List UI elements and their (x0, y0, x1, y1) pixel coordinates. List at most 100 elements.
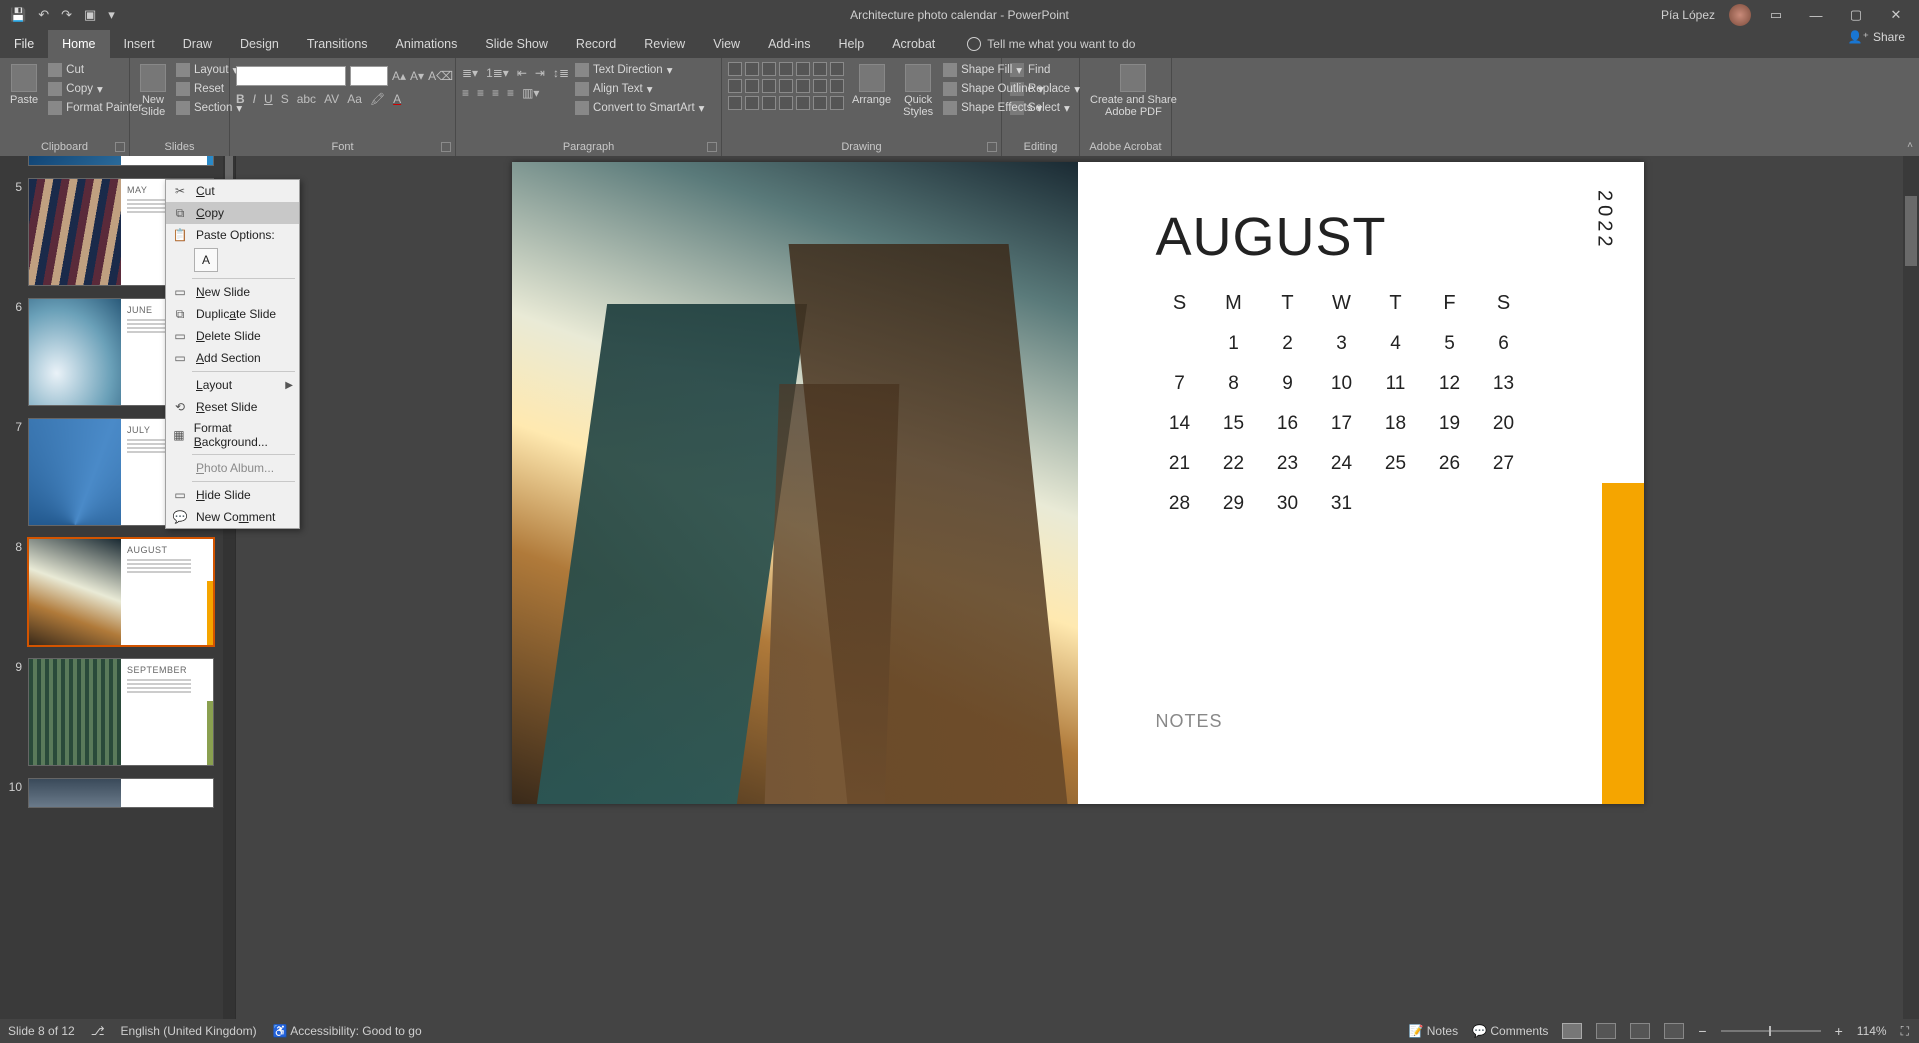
increase-font-icon[interactable]: A▴ (392, 69, 406, 83)
slide-thumb-8[interactable]: 8 AUGUST (8, 538, 219, 646)
paragraph-dialog-launcher-icon[interactable] (707, 142, 717, 152)
minimize-icon[interactable]: — (1801, 3, 1831, 27)
fit-to-window-button[interactable]: ⛶ (1901, 1024, 1909, 1039)
cut-button[interactable]: Cut (46, 62, 144, 78)
slideshow-view-button[interactable] (1664, 1023, 1684, 1039)
tab-addins[interactable]: Add-ins (754, 30, 824, 58)
ctx-delete-slide[interactable]: ▭Delete Slide (166, 325, 299, 347)
ribbon-display-icon[interactable]: ▭ (1761, 3, 1791, 27)
decrease-indent-button[interactable]: ⇤ (517, 66, 527, 80)
smartart-button[interactable]: Convert to SmartArt ▾ (573, 100, 706, 116)
spell-check-icon[interactable]: ⎇ (91, 1024, 105, 1038)
align-center-button[interactable]: ≡ (477, 86, 484, 100)
paste-button[interactable]: Paste (6, 62, 42, 108)
decrease-font-icon[interactable]: A▾ (410, 69, 424, 83)
comments-button[interactable]: 💬 Comments (1472, 1024, 1548, 1038)
redo-icon[interactable]: ↷ (61, 7, 72, 23)
user-avatar[interactable] (1729, 4, 1751, 26)
notes-button[interactable]: 📝 Notes (1408, 1024, 1458, 1038)
tab-record[interactable]: Record (562, 30, 630, 58)
line-spacing-button[interactable]: ↕≣ (553, 66, 569, 80)
copy-button[interactable]: Copy ▾ (46, 81, 144, 97)
ctx-reset-slide[interactable]: ⟲Reset Slide (166, 396, 299, 418)
slide-canvas[interactable]: 2022 AUGUST SMTWTFS123456789101112131415… (512, 162, 1644, 804)
ctx-copy[interactable]: ⧉Copy (166, 202, 299, 224)
ctx-new-comment[interactable]: 💬New Comment (166, 506, 299, 528)
tab-view[interactable]: View (699, 30, 754, 58)
ctx-add-section[interactable]: ▭Add Section (166, 347, 299, 369)
arrange-button[interactable]: Arrange (848, 62, 895, 108)
font-name-input[interactable] (236, 66, 346, 86)
align-right-button[interactable]: ≡ (492, 86, 499, 100)
drawing-dialog-launcher-icon[interactable] (987, 142, 997, 152)
shape-outline-button[interactable]: Shape Outline ▾ (941, 81, 1046, 97)
font-size-input[interactable] (350, 66, 388, 86)
change-case-button[interactable]: Aa (347, 92, 362, 106)
tell-me-search[interactable]: Tell me what you want to do (967, 30, 1135, 58)
columns-button[interactable]: ▥▾ (522, 86, 539, 100)
ctx-layout[interactable]: Layout▶ (166, 374, 299, 396)
slide-thumb-9[interactable]: 9 SEPTEMBER (8, 658, 219, 766)
maximize-icon[interactable]: ▢ (1841, 3, 1871, 27)
shape-effects-button[interactable]: Shape Effects ▾ (941, 100, 1046, 116)
justify-button[interactable]: ≡ (507, 86, 514, 100)
tab-review[interactable]: Review (630, 30, 699, 58)
italic-button[interactable]: I (253, 92, 256, 106)
shape-fill-button[interactable]: Shape Fill ▾ (941, 62, 1046, 78)
font-color-button[interactable]: A (393, 92, 401, 106)
ctx-cut[interactable]: ✂Cut (166, 180, 299, 202)
clear-formatting-icon[interactable]: A⌫ (428, 69, 453, 83)
undo-icon[interactable]: ↶ (38, 7, 49, 23)
numbering-button[interactable]: 1≣▾ (486, 66, 509, 80)
underline-button[interactable]: U (264, 92, 273, 106)
bullets-button[interactable]: ≣▾ (462, 66, 478, 80)
tab-acrobat[interactable]: Acrobat (878, 30, 949, 58)
tab-design[interactable]: Design (226, 30, 293, 58)
ctx-format-background[interactable]: ▦Format Background... (166, 418, 299, 452)
clipboard-dialog-launcher-icon[interactable] (115, 142, 125, 152)
tab-file[interactable]: File (0, 30, 48, 58)
align-left-button[interactable]: ≡ (462, 86, 469, 100)
reading-view-button[interactable] (1630, 1023, 1650, 1039)
create-pdf-button[interactable]: Create and Share Adobe PDF (1086, 62, 1181, 120)
slide-thumb-10-partial[interactable]: 10 (8, 778, 219, 808)
tab-help[interactable]: Help (824, 30, 878, 58)
zoom-slider[interactable] (1721, 1030, 1821, 1032)
format-painter-button[interactable]: Format Painter (46, 100, 144, 116)
quick-styles-button[interactable]: Quick Styles (899, 62, 937, 120)
slide-thumb-4-partial[interactable] (8, 156, 219, 166)
ctx-hide-slide[interactable]: ▭Hide Slide (166, 484, 299, 506)
strikethrough-button[interactable]: abc (297, 92, 316, 106)
collapse-ribbon-icon[interactable]: ˄ (1907, 140, 1913, 151)
normal-view-button[interactable] (1562, 1023, 1582, 1039)
text-direction-button[interactable]: Text Direction ▾ (573, 62, 706, 78)
zoom-level[interactable]: 114% (1857, 1024, 1887, 1038)
tab-draw[interactable]: Draw (169, 30, 226, 58)
ctx-new-slide[interactable]: ▭New Slide (166, 281, 299, 303)
language-indicator[interactable]: English (United Kingdom) (121, 1024, 257, 1038)
qat-more-icon[interactable]: ▾ (108, 7, 115, 23)
canvas-scrollbar[interactable] (1903, 156, 1919, 1019)
ctx-duplicate-slide[interactable]: ⧉Duplicate Slide (166, 303, 299, 325)
tab-insert[interactable]: Insert (110, 30, 169, 58)
share-button[interactable]: 👤⁺ Share (1848, 30, 1905, 44)
slide-indicator[interactable]: Slide 8 of 12 (8, 1024, 75, 1038)
highlight-button[interactable]: 🖍 (370, 92, 385, 106)
bold-button[interactable]: B (236, 92, 245, 106)
save-icon[interactable]: 💾 (10, 7, 26, 23)
zoom-in-button[interactable]: + (1835, 1023, 1843, 1039)
close-icon[interactable]: ✕ (1881, 3, 1911, 27)
increase-indent-button[interactable]: ⇥ (535, 66, 545, 80)
slide-sorter-view-button[interactable] (1596, 1023, 1616, 1039)
shadow-button[interactable]: S (281, 92, 289, 106)
char-spacing-button[interactable]: AV (324, 92, 339, 106)
font-dialog-launcher-icon[interactable] (441, 142, 451, 152)
start-from-beginning-icon[interactable]: ▣ (84, 7, 96, 23)
tab-slideshow[interactable]: Slide Show (471, 30, 562, 58)
paste-keep-text-button[interactable]: A (194, 248, 218, 272)
accessibility-indicator[interactable]: ♿ Accessibility: Good to go (273, 1024, 422, 1038)
shapes-gallery[interactable] (728, 62, 844, 110)
zoom-out-button[interactable]: − (1698, 1023, 1706, 1039)
tab-home[interactable]: Home (48, 30, 109, 58)
align-text-button[interactable]: Align Text ▾ (573, 81, 706, 97)
